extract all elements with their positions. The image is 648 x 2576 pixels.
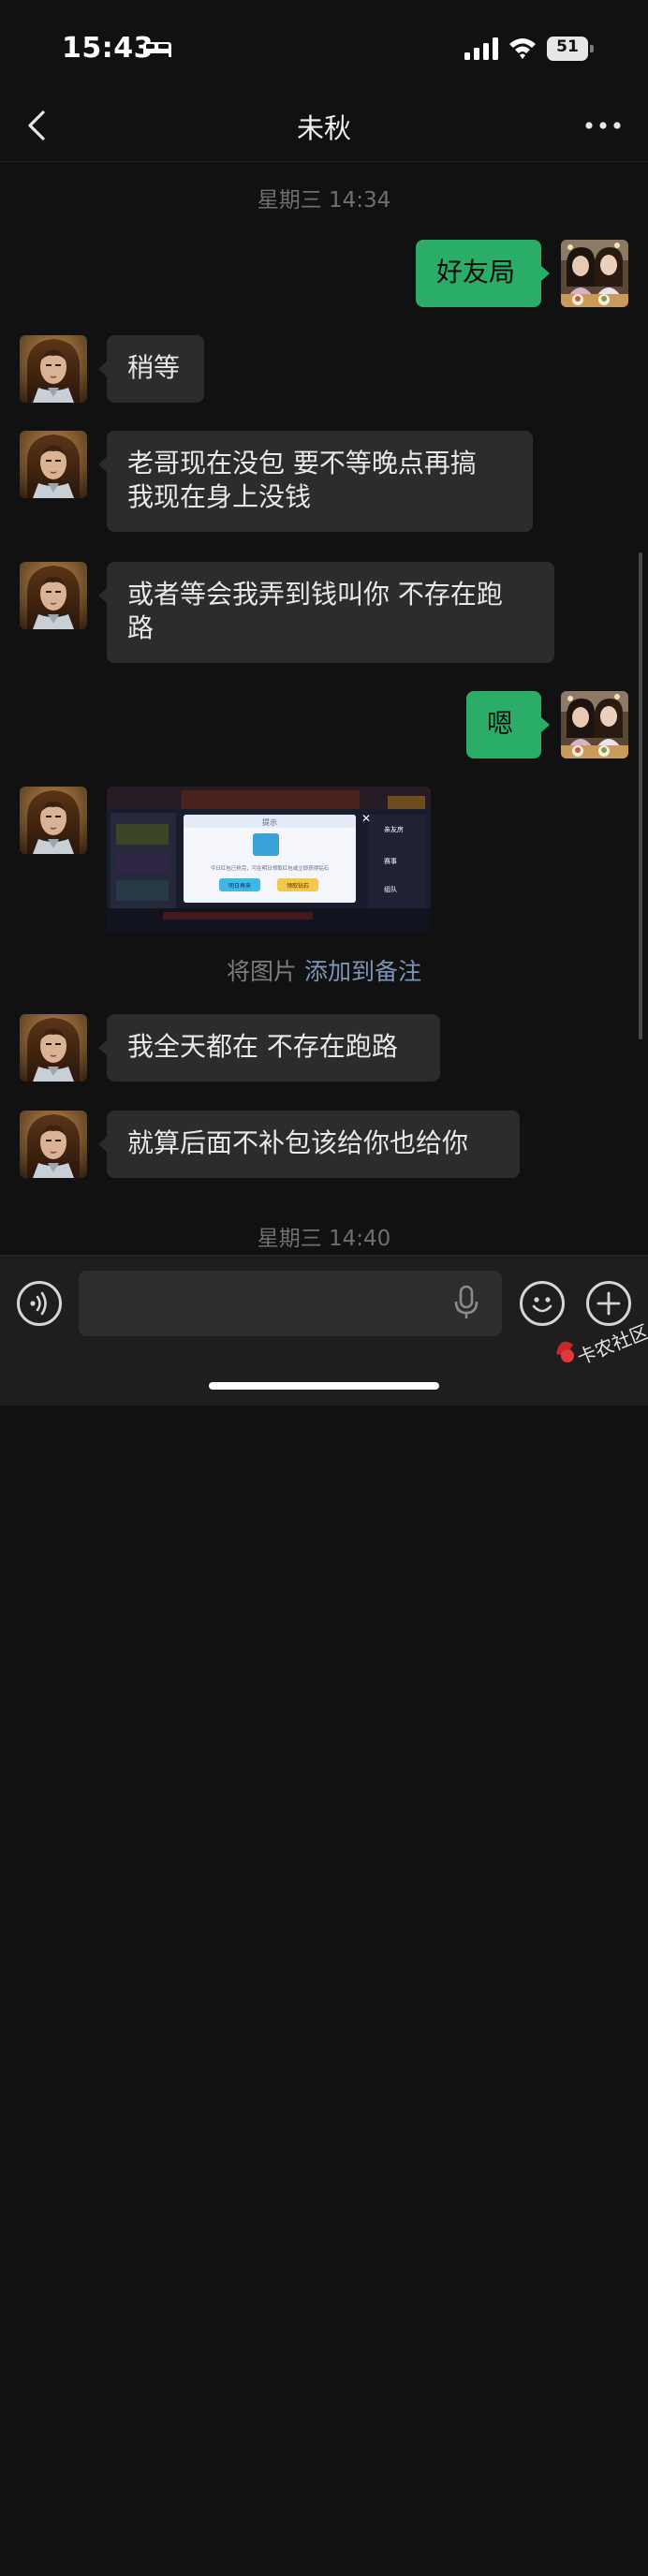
contact-avatar[interactable] bbox=[20, 1111, 87, 1178]
timestamp: 星期三 14:34 bbox=[257, 188, 391, 213]
voice-button[interactable] bbox=[17, 1281, 62, 1326]
add-to-note-link[interactable]: 添加到备注 bbox=[304, 958, 421, 985]
message-text: 我全天都在 不存在跑路 bbox=[127, 1031, 398, 1062]
contact-avatar[interactable] bbox=[20, 1014, 87, 1082]
battery-icon: 51 bbox=[547, 37, 594, 61]
message-bubble-incoming[interactable]: 或者等会我弄到钱叫你 不存在跑 路 bbox=[98, 562, 554, 663]
more-dots-icon[interactable] bbox=[584, 120, 622, 131]
wifi-icon bbox=[509, 38, 536, 59]
side-button: 亲友房 bbox=[384, 825, 404, 833]
status-time: 15:43 bbox=[62, 32, 154, 65]
microphone-icon[interactable] bbox=[453, 1285, 479, 1320]
message-text: 好友局 bbox=[436, 257, 516, 287]
dialog-title: 提示 bbox=[262, 817, 277, 827]
message-bubble-incoming[interactable]: 稍等 bbox=[98, 335, 204, 403]
contact-avatar[interactable] bbox=[20, 335, 87, 403]
scrollbar[interactable] bbox=[639, 552, 642, 1039]
timestamp: 星期三 14:40 bbox=[257, 1227, 391, 1251]
message-bubble-outgoing[interactable]: 好友局 bbox=[416, 240, 550, 307]
status-bar: 15:43 51 bbox=[0, 0, 648, 94]
message-input[interactable] bbox=[79, 1271, 502, 1336]
battery-level: 51 bbox=[556, 37, 579, 56]
message-text: 嗯 bbox=[487, 708, 514, 739]
message-text: 稍等 bbox=[127, 352, 181, 383]
message-text: 就算后面不补包该给你也给你 bbox=[127, 1127, 469, 1158]
voice-icon bbox=[30, 1291, 47, 1316]
contact-avatar[interactable] bbox=[20, 431, 87, 498]
bed-icon bbox=[143, 42, 171, 57]
message-bubble-incoming[interactable]: 就算后面不补包该给你也给你 bbox=[98, 1111, 520, 1178]
contact-avatar[interactable] bbox=[20, 562, 87, 629]
my-avatar[interactable] bbox=[561, 691, 628, 758]
message-text-line: 或者等会我弄到钱叫你 不存在跑 bbox=[127, 579, 503, 610]
image-note-prefix: 将图片 bbox=[226, 958, 297, 985]
chat-title: 未秋 bbox=[296, 112, 351, 144]
image-note: 将图片 添加到备注 bbox=[0, 953, 648, 987]
my-avatar[interactable] bbox=[561, 240, 628, 307]
close-icon: ✕ bbox=[361, 812, 371, 825]
message-text-line: 我现在身上没钱 bbox=[127, 481, 312, 512]
chat-header: 未秋 bbox=[0, 94, 648, 162]
home-indicator[interactable] bbox=[209, 1382, 439, 1390]
message-text-line: 路 bbox=[127, 612, 155, 643]
message-bubble-incoming[interactable]: 老哥现在没包 要不等晚点再搞 我现在身上没钱 bbox=[98, 431, 533, 532]
side-button: 组队 bbox=[384, 885, 397, 893]
dialog-button-right: 领取钻石 bbox=[287, 882, 309, 890]
dialog-text: 今日红包已抢完，可在明日领取红包或立即获得钻石 bbox=[211, 864, 330, 872]
microphone-icon[interactable] bbox=[453, 2540, 479, 2576]
message-text-line: 老哥现在没包 要不等晚点再搞 bbox=[127, 448, 477, 478]
dialog-button-left: 明日再来 bbox=[228, 883, 251, 890]
contact-avatar[interactable] bbox=[20, 787, 87, 854]
side-button: 赛事 bbox=[384, 857, 397, 865]
cellular-signal-icon bbox=[464, 37, 498, 60]
message-bubble-incoming[interactable]: 我全天都在 不存在跑路 bbox=[98, 1014, 440, 1082]
image-message[interactable]: ✕ 提示 今日红包已抢完，可在明日领取红包或立即获得钻石 明日再来 领取钻石 亲… bbox=[107, 787, 431, 933]
game-screenshot-image: ✕ 提示 今日红包已抢完，可在明日领取红包或立即获得钻石 明日再来 领取钻石 亲… bbox=[107, 787, 431, 933]
message-bubble-outgoing[interactable]: 嗯 bbox=[466, 691, 550, 758]
